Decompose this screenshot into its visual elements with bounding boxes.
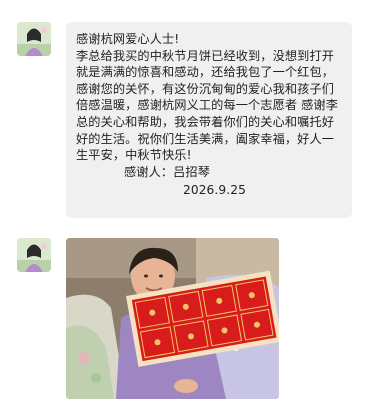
photo-woman-with-mooncake-box-icon [66,238,279,399]
text-message-bubble[interactable]: 感谢杭网爱心人士! 李总给我买的中秋节月饼已经收到，没想到打开就是满满的惊喜和感… [66,22,352,218]
message-date: 2026.9.25 [183,183,246,198]
sender-avatar[interactable] [17,238,51,272]
message-body: 李总给我买的中秋节月饼已经收到，没想到打开就是满满的惊喜和感动，还给我包了一个红… [76,48,339,163]
chat-thread: 感谢杭网爱心人士! 李总给我买的中秋节月饼已经收到，没想到打开就是满满的惊喜和感… [0,0,386,410]
sender-avatar[interactable] [17,22,51,56]
image-message[interactable] [66,238,279,399]
message-signature: 感谢人：吕招琴 [124,164,211,179]
message-title: 感谢杭网爱心人士! [76,32,180,46]
avatar-image [17,238,51,272]
avatar-image [17,22,51,56]
